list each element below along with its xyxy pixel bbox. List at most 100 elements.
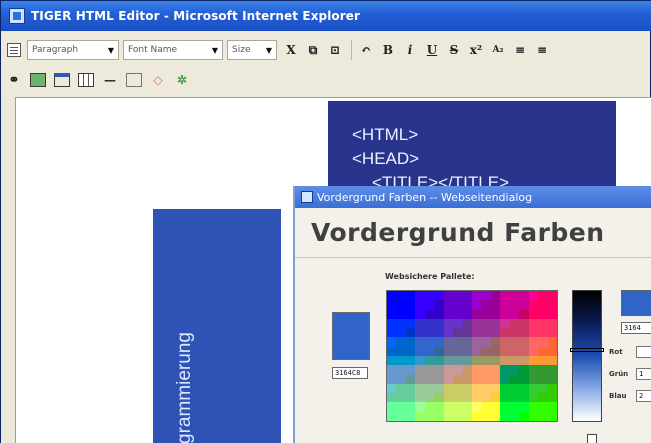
palette-swatch[interactable]	[547, 355, 557, 366]
palette-swatch[interactable]	[547, 291, 557, 301]
palette-swatch[interactable]	[538, 374, 548, 384]
palette-swatch[interactable]	[415, 291, 425, 301]
palette-swatch[interactable]	[405, 393, 416, 403]
palette-swatch[interactable]	[462, 393, 472, 403]
palette-swatch[interactable]	[387, 346, 397, 356]
palette-swatch[interactable]	[415, 383, 425, 394]
palette-swatch[interactable]	[462, 374, 472, 384]
palette-swatch[interactable]	[472, 393, 482, 403]
palette-swatch[interactable]	[453, 318, 463, 329]
palette-swatch[interactable]	[462, 365, 472, 375]
palette-swatch[interactable]	[443, 328, 454, 338]
palette-swatch[interactable]	[434, 328, 444, 338]
palette-swatch[interactable]	[490, 291, 501, 301]
palette-swatch[interactable]	[462, 291, 472, 301]
palette-swatch[interactable]	[415, 318, 425, 329]
palette-swatch[interactable]	[500, 402, 510, 412]
palette-swatch[interactable]	[490, 355, 501, 366]
palette-swatch[interactable]	[462, 318, 472, 329]
palette-swatch[interactable]	[415, 393, 425, 403]
current-color-hex[interactable]: 3164C8	[332, 367, 368, 379]
palette-swatch[interactable]	[490, 346, 501, 356]
palette-swatch[interactable]	[547, 328, 557, 338]
palette-swatch[interactable]	[443, 374, 454, 384]
palette-swatch[interactable]	[453, 300, 463, 310]
palette-swatch[interactable]	[528, 411, 539, 421]
palette-swatch[interactable]	[424, 411, 435, 421]
size-select[interactable]: Size ▼	[227, 40, 277, 60]
align-left-button[interactable]: ≡	[510, 39, 530, 61]
palette-swatch[interactable]	[519, 355, 529, 366]
palette-swatch[interactable]	[481, 318, 491, 329]
palette-swatch[interactable]	[472, 402, 482, 412]
palette-swatch[interactable]	[481, 383, 491, 394]
paragraph-select[interactable]: Paragraph ▼	[27, 40, 119, 60]
palette-swatch[interactable]	[405, 346, 416, 356]
palette-swatch[interactable]	[528, 402, 539, 412]
palette-swatch[interactable]	[415, 337, 425, 347]
palette-swatch[interactable]	[528, 309, 539, 319]
palette-swatch[interactable]	[519, 309, 529, 319]
palette-swatch[interactable]	[490, 328, 501, 338]
palette-swatch[interactable]	[443, 309, 454, 319]
palette-swatch[interactable]	[405, 374, 416, 384]
palette-swatch[interactable]	[443, 365, 454, 375]
palette-swatch[interactable]	[481, 365, 491, 375]
green-input[interactable]: 1	[636, 368, 651, 380]
blue-input[interactable]: 2	[636, 390, 651, 402]
insert-table-button[interactable]	[75, 69, 97, 91]
palette-swatch[interactable]	[396, 300, 406, 310]
palette-swatch[interactable]	[490, 411, 501, 421]
websafe-palette[interactable]	[386, 290, 558, 422]
palette-swatch[interactable]	[453, 291, 463, 301]
palette-swatch[interactable]	[443, 355, 454, 366]
palette-swatch[interactable]	[387, 355, 397, 366]
palette-swatch[interactable]	[481, 393, 491, 403]
palette-swatch[interactable]	[424, 365, 435, 375]
palette-swatch[interactable]	[481, 337, 491, 347]
palette-swatch[interactable]	[387, 411, 397, 421]
palette-swatch[interactable]	[481, 355, 491, 366]
palette-swatch[interactable]	[396, 411, 406, 421]
palette-swatch[interactable]	[538, 318, 548, 329]
palette-swatch[interactable]	[472, 346, 482, 356]
palette-swatch[interactable]	[424, 309, 435, 319]
palette-swatch[interactable]	[509, 402, 520, 412]
palette-swatch[interactable]	[528, 318, 539, 329]
palette-swatch[interactable]	[519, 411, 529, 421]
palette-swatch[interactable]	[528, 337, 539, 347]
palette-swatch[interactable]	[396, 337, 406, 347]
palette-swatch[interactable]	[509, 318, 520, 329]
palette-swatch[interactable]	[387, 300, 397, 310]
palette-swatch[interactable]	[462, 383, 472, 394]
palette-swatch[interactable]	[434, 346, 444, 356]
option-checkbox[interactable]	[587, 434, 597, 443]
palette-swatch[interactable]	[453, 337, 463, 347]
palette-swatch[interactable]	[396, 365, 406, 375]
palette-swatch[interactable]	[434, 374, 444, 384]
palette-swatch[interactable]	[434, 411, 444, 421]
palette-swatch[interactable]	[528, 328, 539, 338]
palette-swatch[interactable]	[519, 291, 529, 301]
palette-swatch[interactable]	[424, 374, 435, 384]
palette-swatch[interactable]	[424, 346, 435, 356]
palette-swatch[interactable]	[396, 318, 406, 329]
palette-swatch[interactable]	[415, 355, 425, 366]
palette-swatch[interactable]	[443, 300, 454, 310]
palette-swatch[interactable]	[472, 374, 482, 384]
palette-swatch[interactable]	[434, 383, 444, 394]
palette-swatch[interactable]	[396, 374, 406, 384]
palette-swatch[interactable]	[519, 318, 529, 329]
palette-swatch[interactable]	[405, 309, 416, 319]
palette-swatch[interactable]	[472, 328, 482, 338]
palette-swatch[interactable]	[415, 374, 425, 384]
palette-swatch[interactable]	[396, 291, 406, 301]
palette-swatch[interactable]	[547, 300, 557, 310]
palette-swatch[interactable]	[424, 402, 435, 412]
palette-swatch[interactable]	[472, 309, 482, 319]
palette-swatch[interactable]	[424, 318, 435, 329]
palette-swatch[interactable]	[509, 374, 520, 384]
dialog-titlebar[interactable]: Vordergrund Farben -- Webseitendialog	[295, 186, 651, 208]
palette-swatch[interactable]	[462, 402, 472, 412]
palette-swatch[interactable]	[462, 411, 472, 421]
